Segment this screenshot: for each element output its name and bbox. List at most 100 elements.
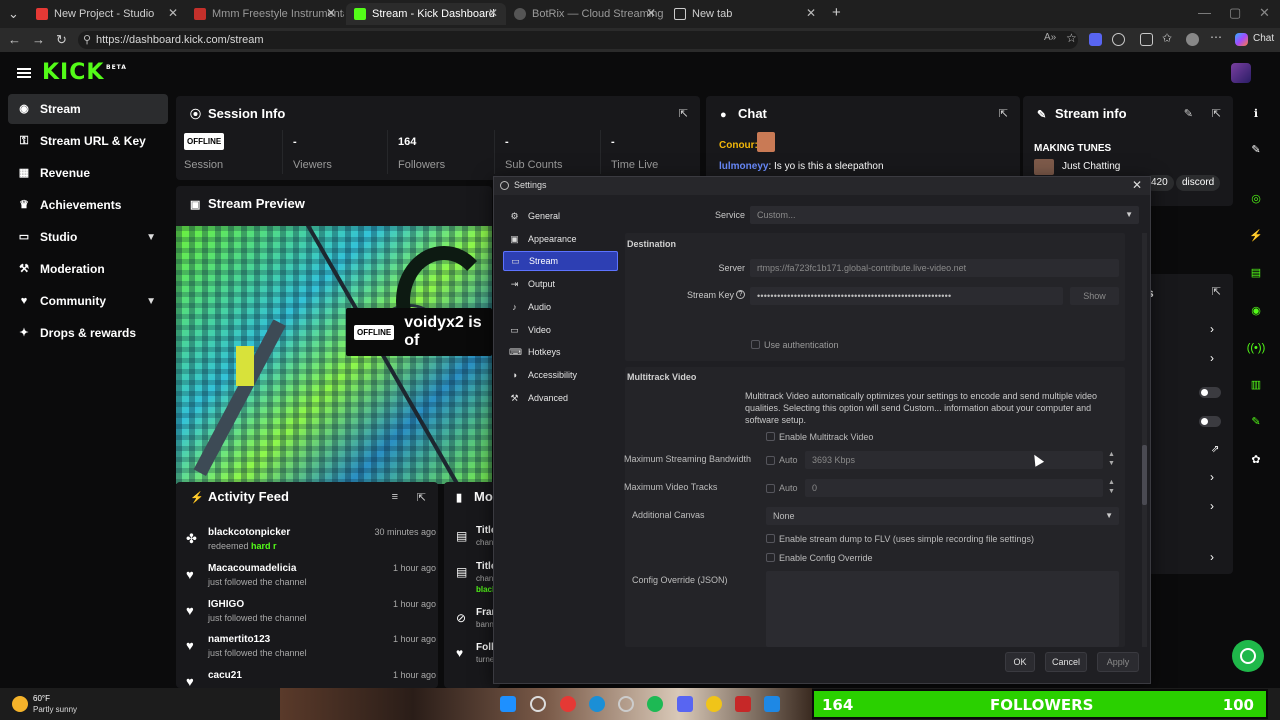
site-info-icon[interactable]: ⚲ bbox=[83, 31, 91, 49]
discord-icon[interactable] bbox=[677, 696, 693, 712]
reload-icon[interactable]: ↻ bbox=[56, 32, 67, 48]
cancel-button[interactable]: Cancel bbox=[1045, 652, 1087, 672]
settings-nav-stream[interactable]: ▭ Stream bbox=[503, 251, 618, 271]
tracks-auto-checkbox[interactable] bbox=[766, 484, 775, 493]
chrome-icon[interactable] bbox=[618, 696, 634, 712]
read-aloud-icon[interactable]: A» bbox=[1044, 32, 1057, 45]
bandwidth-auto-checkbox[interactable] bbox=[766, 456, 775, 465]
lightning-icon[interactable]: ⚡ bbox=[1244, 224, 1268, 248]
sidebar-item-stream[interactable]: ◉ Stream bbox=[8, 94, 168, 124]
dump-flv-checkbox[interactable] bbox=[766, 534, 775, 543]
recording-app-icon[interactable] bbox=[735, 696, 751, 712]
chart-icon[interactable]: ⇗ bbox=[1211, 444, 1219, 455]
copilot-icon[interactable] bbox=[1235, 33, 1248, 46]
expand-icon[interactable]: ⇱ bbox=[417, 491, 426, 504]
obs-taskbar-icon[interactable] bbox=[560, 696, 576, 712]
settings-nav-advanced[interactable]: ⚒ Advanced bbox=[503, 388, 618, 408]
config-override-textarea[interactable] bbox=[766, 571, 1119, 647]
activity-username[interactable]: namertito123 bbox=[208, 634, 270, 645]
apply-button[interactable]: Apply bbox=[1097, 652, 1139, 672]
help-icon[interactable]: ? bbox=[736, 290, 745, 299]
more-menu-icon[interactable]: ⋯ bbox=[1210, 30, 1223, 44]
activity-username[interactable]: Macacoumadelicia bbox=[208, 563, 296, 574]
settings-nav-general[interactable]: ⚙ General bbox=[503, 206, 618, 226]
maximize-icon[interactable]: ▢ bbox=[1229, 5, 1241, 21]
close-tab-icon[interactable]: ✕ bbox=[326, 6, 336, 20]
favorite-star-icon[interactable]: ☆ bbox=[1066, 31, 1079, 45]
broadcast-icon[interactable]: ((•)) bbox=[1244, 336, 1268, 360]
use-auth-checkbox[interactable] bbox=[751, 340, 760, 349]
tab-kick-dashboard[interactable]: Stream - Kick Dashboard ✕ bbox=[346, 3, 506, 25]
close-icon[interactable]: ✕ bbox=[1132, 178, 1142, 192]
settings-nav-hotkeys[interactable]: ⌨ Hotkeys bbox=[503, 342, 618, 362]
chevron-right-icon[interactable]: › bbox=[1210, 322, 1214, 336]
camera-icon[interactable]: ◎ bbox=[1244, 187, 1268, 211]
profile-avatar-icon[interactable] bbox=[1186, 33, 1199, 46]
settings-nav-output[interactable]: ⇥ Output bbox=[503, 274, 618, 294]
weather-description[interactable]: Partly sunny bbox=[33, 705, 77, 714]
chat-icon[interactable]: ◉ bbox=[1244, 299, 1268, 323]
settings-scrollbar[interactable] bbox=[1142, 233, 1147, 647]
sidebar-item-drops-rewards[interactable]: ✦ Drops & rewards bbox=[8, 318, 168, 348]
additional-canvas-select[interactable]: None ▼ bbox=[766, 507, 1119, 525]
kick-logo[interactable]: KICK BETA bbox=[42, 60, 126, 85]
refresh-extension-icon[interactable] bbox=[1112, 33, 1125, 46]
favorites-icon[interactable]: ✩ bbox=[1162, 31, 1175, 45]
chevron-right-icon[interactable]: › bbox=[1210, 351, 1214, 365]
expand-icon[interactable]: ⇱ bbox=[1212, 107, 1221, 120]
close-window-icon[interactable]: ✕ bbox=[1259, 5, 1270, 21]
chevron-right-icon[interactable]: › bbox=[1210, 470, 1214, 484]
close-tab-icon[interactable]: ✕ bbox=[806, 6, 816, 20]
toggle-switch[interactable] bbox=[1199, 387, 1221, 398]
close-tab-icon[interactable]: ✕ bbox=[168, 6, 178, 20]
menu-hamburger-icon[interactable] bbox=[17, 68, 31, 70]
app-icon[interactable] bbox=[706, 696, 722, 712]
toggle-switch[interactable] bbox=[1199, 416, 1221, 427]
minimize-icon[interactable]: — bbox=[1198, 5, 1211, 20]
extensions-icon[interactable] bbox=[1140, 33, 1153, 46]
settings-nav-audio[interactable]: ♪ Audio bbox=[503, 297, 618, 317]
layout-icon[interactable]: ▥ bbox=[1244, 373, 1268, 397]
store-icon[interactable] bbox=[764, 696, 780, 712]
tab-actions-icon[interactable]: ⌄ bbox=[8, 6, 19, 22]
tab-freestyle-instrumental[interactable]: Mmm Freestyle Instrumental #FR ✕ bbox=[186, 3, 344, 25]
edge-icon[interactable] bbox=[589, 696, 605, 712]
chat-username[interactable]: Conour: bbox=[719, 140, 758, 151]
tab-botrix[interactable]: BotRix — Cloud Streaming Bot fo ✕ bbox=[506, 3, 664, 25]
new-tab-plus-icon[interactable]: + bbox=[832, 4, 841, 21]
activity-username[interactable]: IGHIGO bbox=[208, 599, 244, 610]
settings-nav-appearance[interactable]: ▣ Appearance bbox=[503, 229, 618, 249]
activity-username[interactable]: blackcotonpicker bbox=[208, 527, 290, 538]
back-icon[interactable]: ← bbox=[8, 32, 21, 47]
sidebar-item-moderation[interactable]: ⚒ Moderation bbox=[8, 254, 168, 284]
sidebar-item-stream-url-key[interactable]: ⚿ Stream URL & Key bbox=[8, 126, 168, 156]
max-bandwidth-input[interactable]: 3693 Kbps bbox=[805, 451, 1103, 469]
chevron-right-icon[interactable]: › bbox=[1210, 550, 1214, 564]
tab-new-tab[interactable]: New tab ✕ bbox=[666, 3, 824, 25]
settings-nav-accessibility[interactable]: ◑ Accessibility bbox=[503, 365, 618, 385]
service-select[interactable]: Custom... ▼ bbox=[750, 206, 1139, 224]
search-icon[interactable] bbox=[530, 696, 546, 712]
close-tab-icon[interactable]: ✕ bbox=[488, 6, 498, 20]
config-override-checkbox[interactable] bbox=[766, 553, 775, 562]
close-tab-icon[interactable]: ✕ bbox=[646, 6, 656, 20]
filter-icon[interactable]: ≡ bbox=[392, 491, 398, 503]
info-icon[interactable]: ℹ bbox=[1244, 102, 1268, 126]
weather-temp[interactable]: 60°F bbox=[33, 694, 50, 703]
server-input[interactable]: rtmps://fa723fc1b171.global-contribute.l… bbox=[750, 259, 1119, 277]
ok-button[interactable]: OK bbox=[1005, 652, 1035, 672]
enable-multitrack-checkbox[interactable] bbox=[766, 432, 775, 441]
spinner-arrows-icon[interactable]: ▲ ▼ bbox=[1108, 478, 1115, 496]
start-icon[interactable] bbox=[500, 696, 516, 712]
sidebar-item-achievements[interactable]: ♛ Achievements bbox=[8, 190, 168, 220]
max-tracks-input[interactable]: 0 bbox=[805, 479, 1103, 497]
user-avatar[interactable] bbox=[1231, 63, 1251, 83]
wrench-icon[interactable]: ✎ bbox=[1244, 410, 1268, 434]
stream-key-input[interactable]: ••••••••••••••••••••••••••••••••••••••••… bbox=[750, 287, 1063, 305]
spinner-arrows-icon[interactable]: ▲ ▼ bbox=[1108, 450, 1115, 468]
sidebar-item-community[interactable]: ♥ Community ▼ bbox=[8, 286, 168, 316]
support-button[interactable] bbox=[1232, 640, 1264, 672]
edit-pencil-icon[interactable]: ✎ bbox=[1184, 107, 1193, 120]
spotify-icon[interactable] bbox=[647, 696, 663, 712]
extension-icon[interactable] bbox=[1089, 33, 1102, 46]
